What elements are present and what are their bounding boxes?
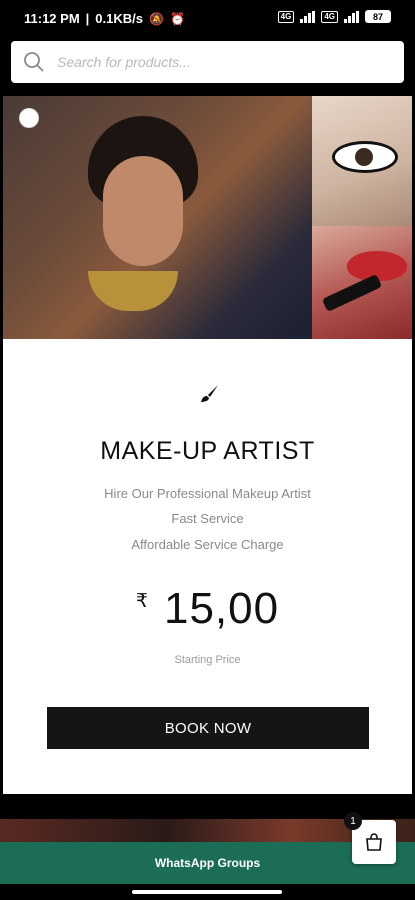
eyeliner-photo — [312, 96, 412, 226]
mute-icon: 🔕 — [149, 11, 164, 26]
hero-necklace — [88, 271, 178, 311]
service-title: MAKE-UP ARTIST — [100, 437, 315, 465]
status-bar: 11:12 PM | 0.1KB/s 🔕 ⏰ 4G 4G 87 — [0, 0, 415, 38]
status-speed: 0.1KB/s — [95, 11, 143, 26]
brush-icon — [201, 385, 218, 402]
eye-shape — [332, 141, 398, 173]
home-indicator[interactable] — [132, 890, 282, 894]
sim2-badge: 4G — [321, 10, 338, 23]
feature-3: Affordable Service Charge — [131, 537, 284, 552]
shopping-bag-icon — [366, 833, 382, 851]
currency-symbol: ₹ — [135, 591, 148, 612]
price-amount: 15,00 — [163, 584, 280, 633]
sim1-badge: 4G — [277, 10, 295, 23]
search-bar[interactable] — [11, 41, 404, 83]
status-sep: | — [85, 11, 90, 26]
carousel-dot[interactable] — [19, 108, 39, 128]
price: ₹15,00 — [3, 584, 412, 634]
hero-face — [103, 156, 183, 266]
service-card: MAKE-UP ARTIST Hire Our Professional Mak… — [3, 96, 412, 794]
signal2-icon — [344, 10, 359, 23]
status-time: 11:12 PM — [24, 11, 80, 26]
lipstick-wand — [321, 273, 383, 313]
battery-level: 87 — [372, 11, 383, 22]
feature-2: Fast Service — [171, 511, 244, 526]
status-right: 4G 4G 87 — [277, 10, 391, 23]
lipstick-photo — [312, 226, 412, 339]
search-input[interactable] — [55, 53, 379, 71]
battery-icon: 87 — [365, 10, 391, 23]
status-left: 11:12 PM | 0.1KB/s 🔕 ⏰ — [24, 11, 185, 26]
search-icon — [24, 52, 44, 72]
whatsapp-label: WhatsApp Groups — [154, 856, 261, 870]
cart-button[interactable]: 1 — [344, 812, 396, 864]
bridal-makeup-photo — [3, 96, 312, 339]
signal1-icon — [300, 10, 316, 23]
book-now-button[interactable]: BOOK NOW — [47, 707, 369, 749]
feature-1: Hire Our Professional Makeup Artist — [104, 486, 311, 501]
alarm-icon: ⏰ — [169, 11, 185, 26]
cart-count-badge: 1 — [344, 812, 362, 830]
hero-image — [3, 96, 412, 339]
price-note: Starting Price — [174, 654, 241, 666]
